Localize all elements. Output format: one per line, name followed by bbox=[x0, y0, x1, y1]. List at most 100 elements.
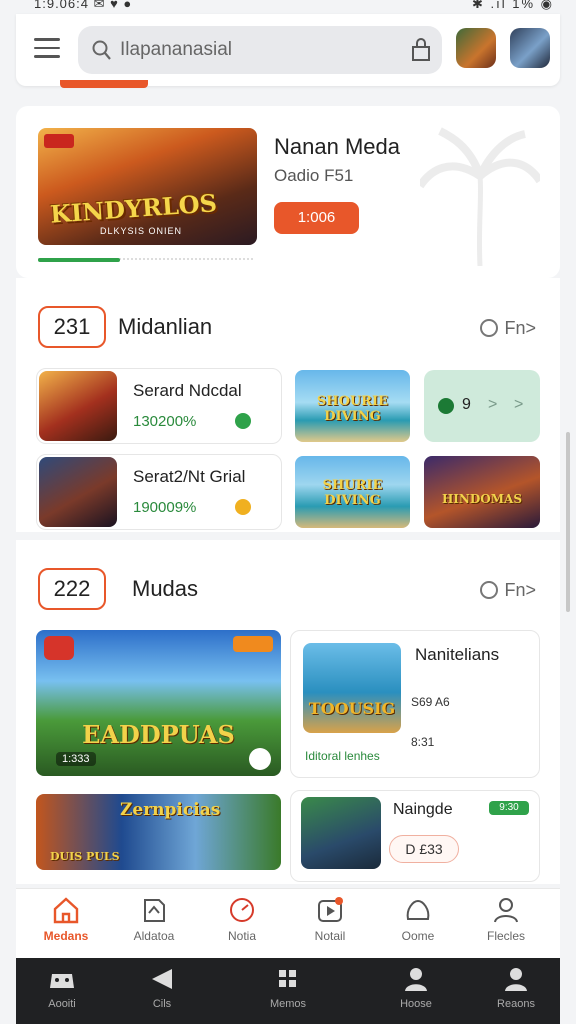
system-nav-bar: Aooiti Cils Memos Hoose Reaons bbox=[16, 958, 560, 1024]
status-dot bbox=[235, 413, 251, 429]
nav-cils[interactable]: Cils bbox=[122, 966, 202, 1010]
tab-medans[interactable]: Medans bbox=[26, 895, 106, 943]
person-icon bbox=[405, 968, 427, 991]
item-value: 130200% bbox=[133, 413, 197, 430]
tab-label: Notia bbox=[227, 929, 256, 943]
status-dot bbox=[235, 499, 251, 515]
nav-label: Aooiti bbox=[48, 998, 76, 1010]
active-tab-indicator bbox=[60, 80, 148, 88]
featured-progress bbox=[38, 258, 253, 262]
bag-icon[interactable] bbox=[410, 38, 432, 62]
see-more-link[interactable]: Fn> bbox=[480, 318, 536, 339]
person-icon bbox=[505, 968, 527, 991]
section-badge: 231 bbox=[38, 306, 106, 348]
avatar[interactable] bbox=[456, 28, 496, 68]
nav-reaons[interactable]: Reaons bbox=[476, 966, 556, 1010]
game-link[interactable]: Iditoral lenhes bbox=[305, 749, 380, 763]
play-button[interactable] bbox=[249, 748, 271, 770]
game-logo: EADDPUAS bbox=[82, 720, 235, 749]
item-title: Serard Ndcdal bbox=[133, 381, 242, 400]
scrollbar[interactable] bbox=[566, 432, 570, 612]
game-tile-logo: SHURIE DIVING bbox=[322, 478, 383, 508]
status-left: 1:9.06:4 ✉ ♥ ● bbox=[34, 0, 133, 11]
game-card[interactable]: Naingde 9:30 D £33 bbox=[290, 790, 540, 882]
info-icon bbox=[480, 581, 499, 599]
nav-label: Reaons bbox=[497, 998, 535, 1010]
game-tile[interactable]: SHURIE DIVING bbox=[295, 456, 410, 528]
see-more-link[interactable]: Fn> bbox=[480, 580, 536, 601]
section-midanlian: 231 Midanlian Fn> Serard Ndcdal 130200% … bbox=[16, 278, 560, 532]
gauge-icon bbox=[230, 898, 254, 922]
nav-aooiti[interactable]: Aooiti bbox=[22, 966, 102, 1010]
nav-memos[interactable]: Memos bbox=[248, 966, 328, 1010]
featured-title: Nanan Meda bbox=[274, 134, 400, 159]
palm-decoration bbox=[420, 127, 540, 266]
avatar[interactable] bbox=[510, 28, 550, 68]
featured-tag bbox=[44, 134, 74, 148]
list-item[interactable]: Serard Ndcdal 130200% bbox=[36, 368, 282, 444]
chevron-right-icon[interactable]: > bbox=[514, 396, 523, 414]
nav-hoose[interactable]: Hoose bbox=[376, 966, 456, 1010]
section-mudas: 222 Mudas Fn> EADDPUAS 1:333 TOOUSIG Nan… bbox=[16, 540, 560, 884]
item-thumbnail bbox=[39, 457, 117, 527]
banner-logo: Zernpicias bbox=[120, 800, 221, 820]
featured-logo: KINDYRLOS bbox=[49, 188, 218, 229]
tab-label: Oome bbox=[401, 929, 435, 943]
nav-label: Hoose bbox=[400, 998, 432, 1010]
featured-image[interactable]: KINDYRLOS DLKYSIS ONIEN bbox=[38, 128, 257, 245]
home-icon bbox=[53, 897, 79, 924]
search-icon bbox=[92, 40, 111, 60]
document-icon bbox=[144, 899, 165, 922]
game-card[interactable]: TOOUSIG Nanitelians S69 A6 8:31 Iditoral… bbox=[290, 630, 540, 778]
section-title: Mudas bbox=[132, 576, 199, 601]
search-bar[interactable]: Ilapananasial bbox=[78, 26, 442, 74]
tab-label: Aldatoa bbox=[133, 929, 175, 943]
featured-card[interactable]: KINDYRLOS DLKYSIS ONIEN Nanan Meda Oadio… bbox=[16, 106, 560, 278]
game-title: Naingde bbox=[393, 801, 453, 818]
see-more-label: Fn> bbox=[504, 580, 536, 600]
game-price: S69 A6 bbox=[411, 695, 450, 709]
section-badge: 222 bbox=[38, 568, 106, 610]
next-card[interactable]: 9 > > bbox=[424, 370, 540, 442]
tab-label: Notail bbox=[314, 929, 346, 943]
tab-flecles[interactable]: Flecles bbox=[466, 895, 546, 943]
nav-label: Cils bbox=[152, 998, 172, 1010]
game-tag bbox=[233, 636, 273, 652]
search-input[interactable]: Ilapananasial bbox=[120, 39, 232, 61]
chevron-right-icon[interactable]: > bbox=[488, 396, 497, 414]
banner-tile[interactable]: Zernpicias DUIS PULS bbox=[36, 794, 281, 870]
featured-button[interactable]: 1:006 bbox=[274, 202, 359, 234]
game-label: 1:333 bbox=[56, 752, 96, 766]
tab-notail[interactable]: Notail bbox=[290, 895, 370, 943]
game-thumbnail-logo: TOOUSIG bbox=[308, 699, 396, 718]
game-title: Nanitelians bbox=[415, 645, 500, 664]
game-thumbnail: TOOUSIG bbox=[303, 643, 401, 733]
tab-notia[interactable]: Notia bbox=[202, 895, 282, 943]
nav-label: Memos bbox=[269, 998, 307, 1010]
see-more-label: Fn> bbox=[504, 318, 536, 338]
top-bar: Ilapananasial bbox=[16, 14, 560, 86]
video-icon bbox=[318, 897, 343, 922]
game-tag bbox=[44, 636, 74, 660]
tab-aldatoa[interactable]: Aldatoa bbox=[114, 895, 194, 943]
game-tile[interactable]: SHOURIE DIVING bbox=[295, 370, 410, 442]
cloud-icon bbox=[406, 899, 430, 920]
info-icon bbox=[480, 319, 499, 337]
featured-game-tile[interactable]: EADDPUAS 1:333 bbox=[36, 630, 281, 776]
menu-icon[interactable] bbox=[34, 38, 60, 60]
game-tile-logo: HINDOMAS bbox=[441, 492, 523, 506]
person-icon bbox=[494, 898, 518, 923]
featured-logo-sub: DLKYSIS ONIEN bbox=[100, 226, 183, 236]
gamepad-icon bbox=[50, 974, 74, 988]
back-icon bbox=[152, 969, 172, 989]
list-item[interactable]: Serat2/Nt Grial 190009% bbox=[36, 454, 282, 530]
grid-icon bbox=[279, 970, 296, 987]
tab-oome[interactable]: Oome bbox=[378, 895, 458, 943]
featured-subtitle: Oadio F51 bbox=[274, 166, 354, 185]
game-price: 8:31 bbox=[411, 735, 435, 749]
game-tile[interactable]: HINDOMAS bbox=[424, 456, 540, 528]
banner-logo-sub: DUIS PULS bbox=[50, 850, 120, 863]
game-thumbnail bbox=[301, 797, 381, 869]
game-tile-logo: SHOURIE DIVING bbox=[316, 394, 389, 424]
price-button[interactable]: D £33 bbox=[389, 835, 459, 863]
